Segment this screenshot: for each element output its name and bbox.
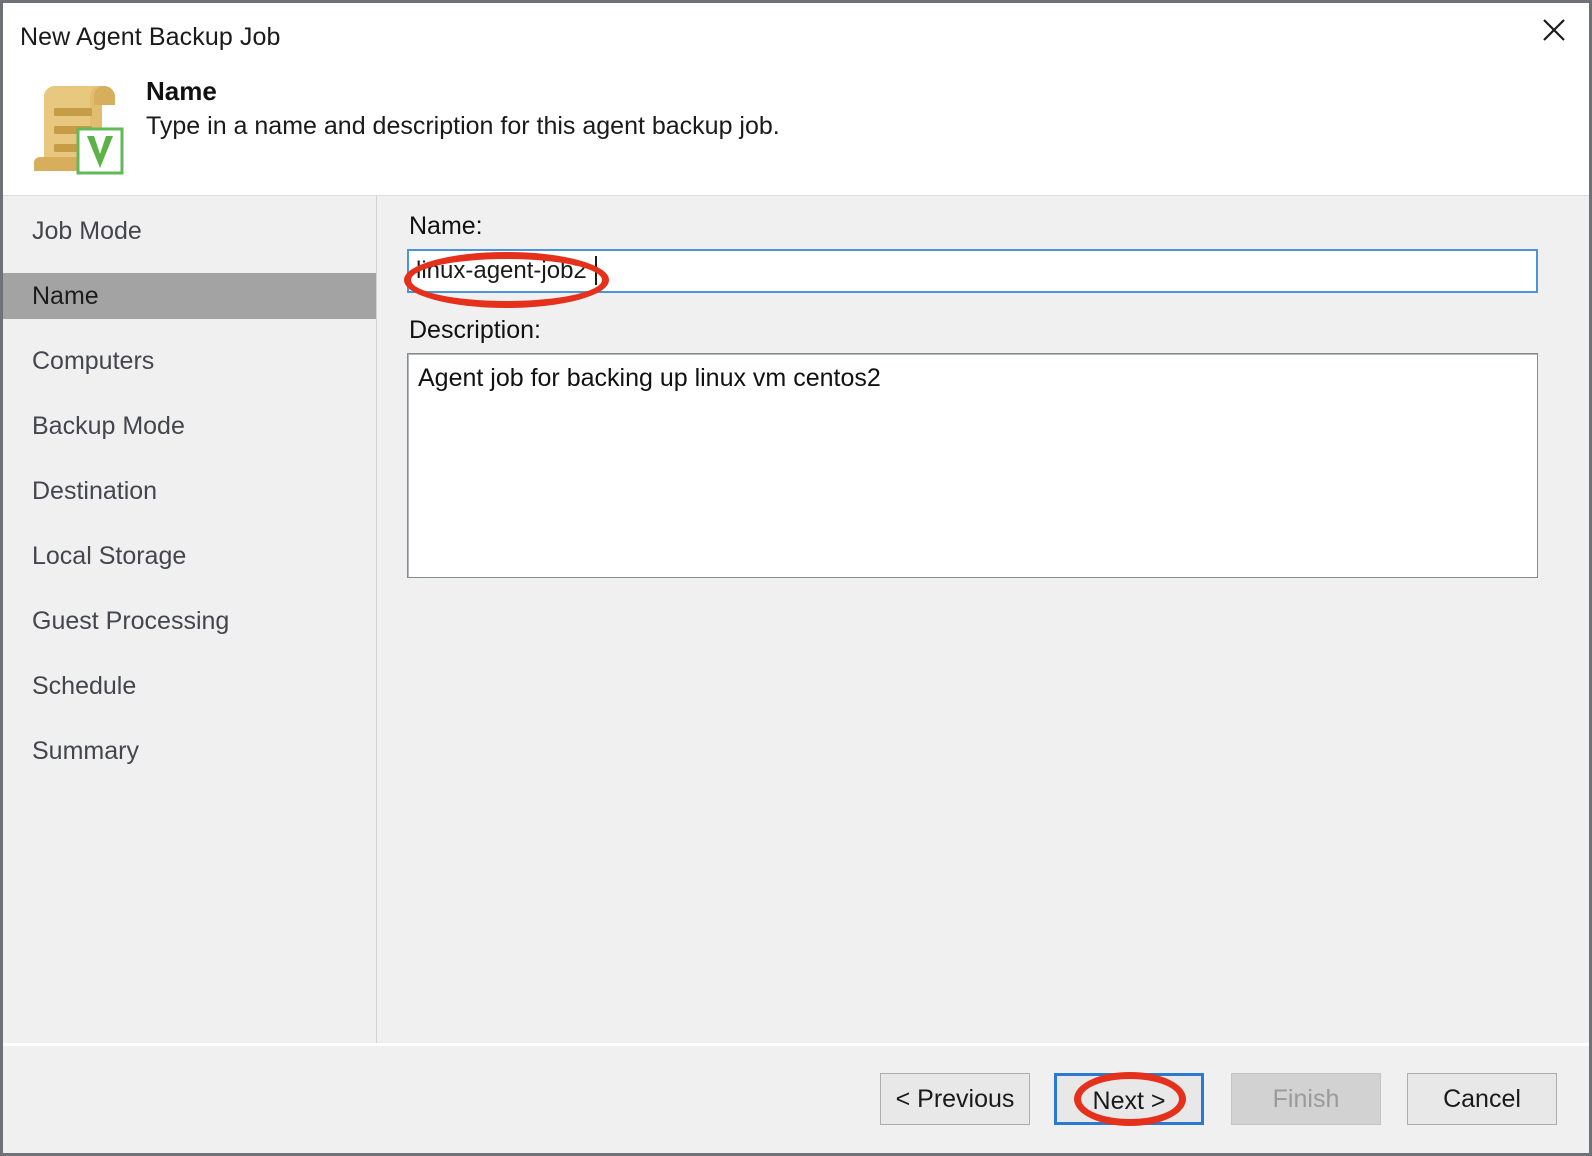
document-scroll-veeam-icon	[22, 75, 126, 179]
next-button[interactable]: Next >	[1054, 1073, 1204, 1125]
sidebar-item-summary[interactable]: Summary	[3, 728, 376, 774]
sidebar-item-guest-processing[interactable]: Guest Processing	[3, 598, 376, 644]
sidebar-item-label: Summary	[32, 736, 139, 765]
sidebar-item-label: Name	[32, 281, 99, 310]
finish-button: Finish	[1231, 1073, 1381, 1125]
sidebar-item-label: Backup Mode	[32, 411, 185, 440]
sidebar-item-local-storage[interactable]: Local Storage	[3, 533, 376, 579]
sidebar-item-name[interactable]: Name	[3, 273, 376, 319]
sidebar-item-label: Schedule	[32, 671, 137, 700]
page-title: Name	[146, 76, 217, 106]
name-input-wrapper	[407, 249, 1538, 293]
sidebar-item-backup-mode[interactable]: Backup Mode	[3, 403, 376, 449]
sidebar-item-label: Job Mode	[32, 216, 142, 245]
sidebar-item-label: Guest Processing	[32, 606, 230, 635]
header-text-block: Name Type in a name and description for …	[146, 75, 780, 141]
description-field-label: Description:	[409, 316, 541, 344]
dialog-header: Name Type in a name and description for …	[3, 63, 1589, 195]
close-icon[interactable]	[1519, 3, 1589, 57]
dialog-body: Job Mode Name Computers Backup Mode Dest…	[3, 195, 1589, 1043]
description-textarea[interactable]: Agent job for backing up linux vm centos…	[407, 353, 1538, 578]
page-subtitle: Type in a name and description for this …	[146, 112, 780, 140]
sidebar-item-computers[interactable]: Computers	[3, 338, 376, 384]
dialog-footer: < Previous Next > Finish Cancel	[3, 1043, 1589, 1153]
sidebar-item-label: Computers	[32, 346, 155, 375]
window-title: New Agent Backup Job	[20, 23, 281, 51]
title-bar: New Agent Backup Job	[3, 3, 1589, 63]
sidebar-item-schedule[interactable]: Schedule	[3, 663, 376, 709]
wizard-step-navigation: Job Mode Name Computers Backup Mode Dest…	[3, 196, 377, 1043]
new-agent-backup-job-dialog: New Agent Backup Job Name Type in a name…	[0, 0, 1592, 1156]
name-input[interactable]	[407, 249, 1538, 293]
sidebar-item-label: Destination	[32, 476, 158, 505]
sidebar-item-destination[interactable]: Destination	[3, 468, 376, 514]
previous-button[interactable]: < Previous	[880, 1073, 1030, 1125]
name-field-label: Name:	[409, 212, 483, 240]
text-caret	[595, 256, 597, 285]
wizard-step-content: Name: Description: Agent job for backing…	[377, 196, 1589, 1043]
sidebar-item-label: Local Storage	[32, 541, 187, 570]
sidebar-item-job-mode[interactable]: Job Mode	[3, 208, 376, 254]
cancel-button[interactable]: Cancel	[1407, 1073, 1557, 1125]
